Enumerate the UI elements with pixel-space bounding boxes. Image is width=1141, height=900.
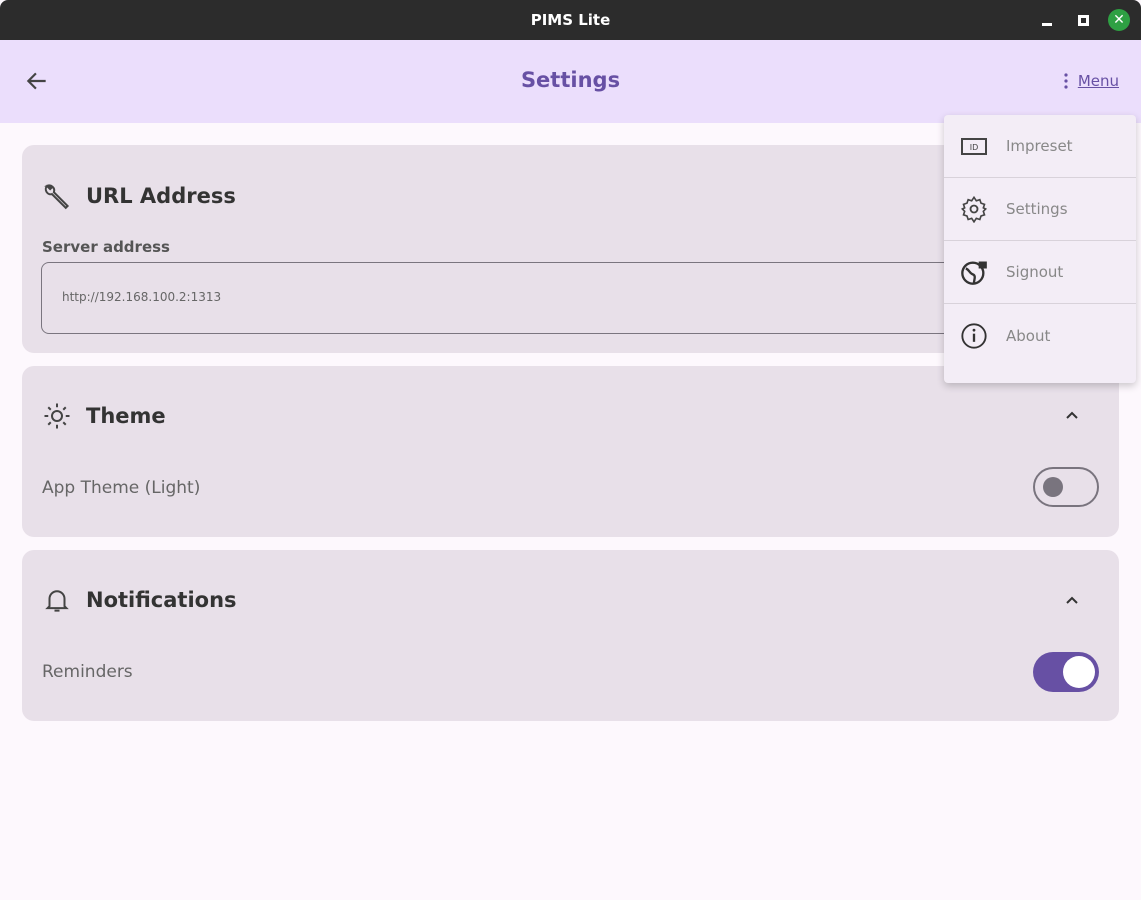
- menu-item-about[interactable]: About: [944, 304, 1136, 367]
- close-button[interactable]: ✕: [1108, 9, 1130, 31]
- more-vert-icon: [1064, 73, 1068, 89]
- toggle-knob: [1043, 477, 1063, 497]
- close-icon: ✕: [1113, 12, 1125, 28]
- url-card-title: URL Address: [86, 184, 236, 208]
- menu-item-impreset[interactable]: ID Impreset: [944, 115, 1136, 178]
- info-icon: [960, 322, 988, 350]
- menu-item-label: About: [1006, 327, 1050, 345]
- window-title: PIMS Lite: [0, 11, 1141, 29]
- menu-item-settings[interactable]: Settings: [944, 178, 1136, 241]
- bell-icon: [42, 585, 72, 615]
- server-address-input[interactable]: http://192.168.100.2:1313: [41, 262, 1101, 334]
- maximize-button[interactable]: [1073, 10, 1093, 30]
- theme-card-header: Theme: [42, 401, 166, 431]
- app-bar: Settings Menu: [0, 40, 1141, 123]
- minimize-icon: [1042, 23, 1052, 26]
- sun-icon: [42, 401, 72, 431]
- menu-item-label: Signout: [1006, 263, 1063, 281]
- page-title: Settings: [0, 68, 1141, 92]
- window-titlebar: PIMS Lite ✕: [0, 0, 1141, 40]
- menu-item-signout[interactable]: Signout: [944, 241, 1136, 304]
- dropdown-menu: ID Impreset Settings Signout About: [944, 115, 1136, 383]
- gear-icon: [960, 195, 988, 223]
- notifications-card-header: Notifications: [42, 585, 237, 615]
- reminders-toggle[interactable]: [1033, 652, 1099, 692]
- toggle-knob: [1063, 656, 1095, 688]
- menu-button[interactable]: Menu: [1064, 72, 1119, 90]
- chevron-up-icon[interactable]: [1063, 591, 1081, 609]
- svg-text:ID: ID: [970, 143, 979, 152]
- menu-item-label: Settings: [1006, 200, 1068, 218]
- theme-card: Theme App Theme (Light): [22, 366, 1119, 537]
- maximize-icon: [1078, 15, 1089, 26]
- chevron-up-icon[interactable]: [1063, 406, 1081, 424]
- notifications-card-title: Notifications: [86, 588, 237, 612]
- menu-label: Menu: [1078, 72, 1119, 90]
- minimize-button[interactable]: [1037, 10, 1057, 30]
- wrench-icon: [42, 181, 72, 211]
- url-card-header: URL Address: [42, 181, 236, 211]
- server-address-label: Server address: [42, 238, 170, 256]
- app-theme-label: App Theme (Light): [42, 478, 200, 498]
- globe-lock-icon: [960, 258, 988, 286]
- notifications-card: Notifications Reminders: [22, 550, 1119, 721]
- menu-item-label: Impreset: [1006, 137, 1073, 155]
- id-card-icon: ID: [960, 132, 988, 160]
- theme-card-title: Theme: [86, 404, 166, 428]
- reminders-label: Reminders: [42, 662, 133, 682]
- app-theme-toggle[interactable]: [1033, 467, 1099, 507]
